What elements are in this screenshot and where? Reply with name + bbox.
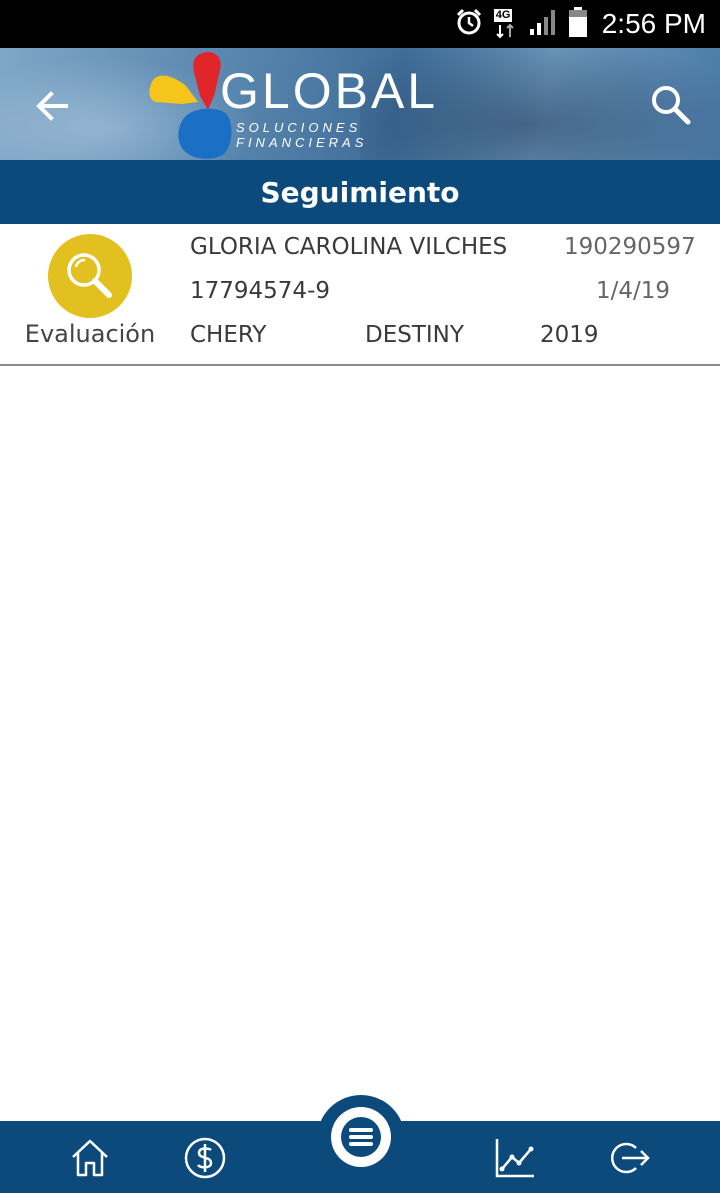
logo-wordmark: GLOBAL: [220, 63, 439, 119]
magnifier-icon: [67, 253, 112, 298]
alarm-icon: [454, 7, 484, 41]
vehicle-brand: CHERY: [190, 322, 267, 348]
network-type-label: 4G: [493, 9, 513, 22]
vehicle-year: 2019: [540, 322, 599, 348]
client-name: GLORIA CAROLINA VILCHES: [190, 234, 508, 260]
signal-icon: [528, 7, 558, 41]
logout-icon: [610, 1142, 650, 1174]
status-bar-icons: 4G 2:56 PM: [454, 0, 706, 48]
home-icon: [72, 1139, 108, 1177]
title-bar: Seguimiento: [0, 160, 720, 224]
chart-icon: [495, 1139, 534, 1178]
search-icon: [652, 86, 691, 125]
dollar-icon: [184, 1137, 226, 1179]
status-label: Evaluación: [24, 320, 156, 348]
search-button[interactable]: [648, 82, 694, 128]
global-logo: GLOBAL SOLUCIONES FINANCIERAS: [142, 48, 487, 160]
record-date: 1/4/19: [596, 278, 671, 304]
status-badge: [48, 234, 132, 318]
logo-tagline: SOLUCIONES FINANCIERAS: [236, 120, 368, 150]
nav-logout-button[interactable]: [606, 1135, 652, 1181]
clock: 2:56 PM: [601, 8, 706, 39]
app-header: GLOBAL SOLUCIONES FINANCIERAS: [0, 48, 720, 160]
vehicle-model: DESTINY: [365, 322, 464, 348]
back-button[interactable]: [30, 84, 74, 128]
nav-payments-button[interactable]: [182, 1135, 228, 1181]
client-id: 17794574-9: [190, 278, 330, 304]
menu-icon: [341, 1117, 381, 1157]
network-4g-icon: 4G: [493, 9, 518, 39]
status-bar: 4G 2:56 PM: [0, 0, 720, 48]
record-number: 190290597: [564, 234, 696, 260]
nav-reports-button[interactable]: [492, 1135, 538, 1181]
arrow-left-icon: [36, 91, 68, 121]
list-item[interactable]: Evaluación GLORIA CAROLINA VILCHES 19029…: [0, 224, 720, 366]
nav-home-button[interactable]: [67, 1135, 113, 1181]
main-menu-button[interactable]: [317, 1095, 405, 1193]
battery-icon: [568, 6, 588, 42]
menu-fab-circle: [331, 1107, 391, 1167]
page-title: Seguimiento: [260, 175, 460, 209]
